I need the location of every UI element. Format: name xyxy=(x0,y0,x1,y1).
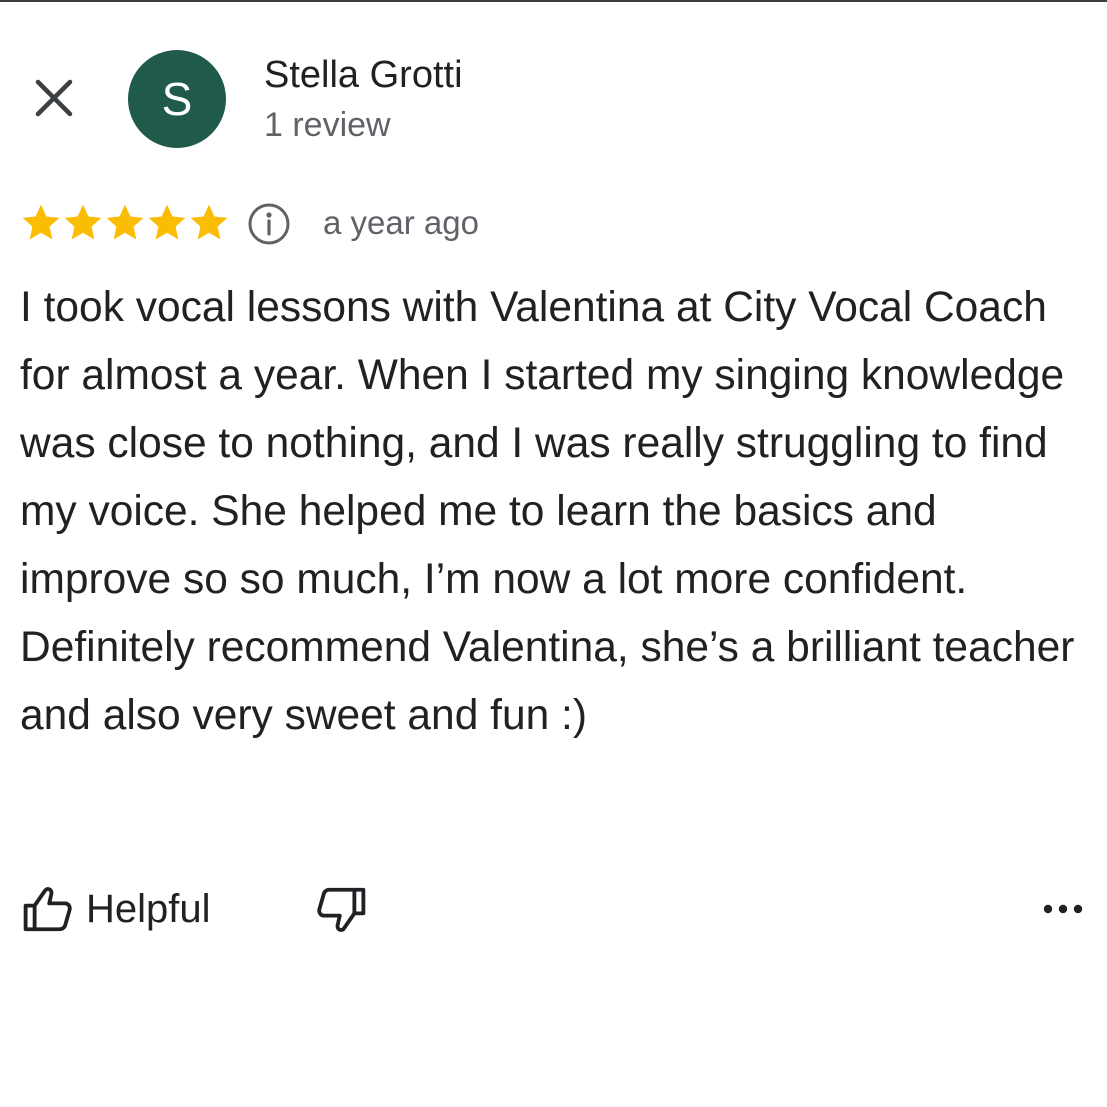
star-icon xyxy=(190,204,228,240)
thumbs-up-icon xyxy=(23,887,72,932)
star-icon xyxy=(64,204,102,240)
top-divider xyxy=(0,0,1107,2)
helpful-label: Helpful xyxy=(86,887,211,931)
reviewer-name[interactable]: Stella Grotti xyxy=(264,52,463,98)
helpful-button[interactable]: Helpful xyxy=(20,880,211,938)
close-icon xyxy=(35,79,73,117)
info-button[interactable] xyxy=(244,199,294,249)
star-icon xyxy=(22,204,60,240)
review-timestamp: a year ago xyxy=(323,204,479,241)
star-icon xyxy=(148,204,186,240)
star-icon xyxy=(106,204,144,240)
review-count: 1 review xyxy=(264,106,391,144)
star-rating xyxy=(20,200,230,246)
avatar[interactable]: S xyxy=(128,50,226,148)
close-button[interactable] xyxy=(26,70,82,126)
review-text: I took vocal lessons with Valentina at C… xyxy=(20,284,1075,739)
not-helpful-button[interactable] xyxy=(312,882,372,938)
more-options-button[interactable] xyxy=(1036,886,1090,932)
more-horizontal-icon xyxy=(1043,904,1083,914)
info-icon xyxy=(248,203,290,245)
avatar-initial: S xyxy=(161,73,193,125)
thumbs-down-icon xyxy=(317,887,366,932)
